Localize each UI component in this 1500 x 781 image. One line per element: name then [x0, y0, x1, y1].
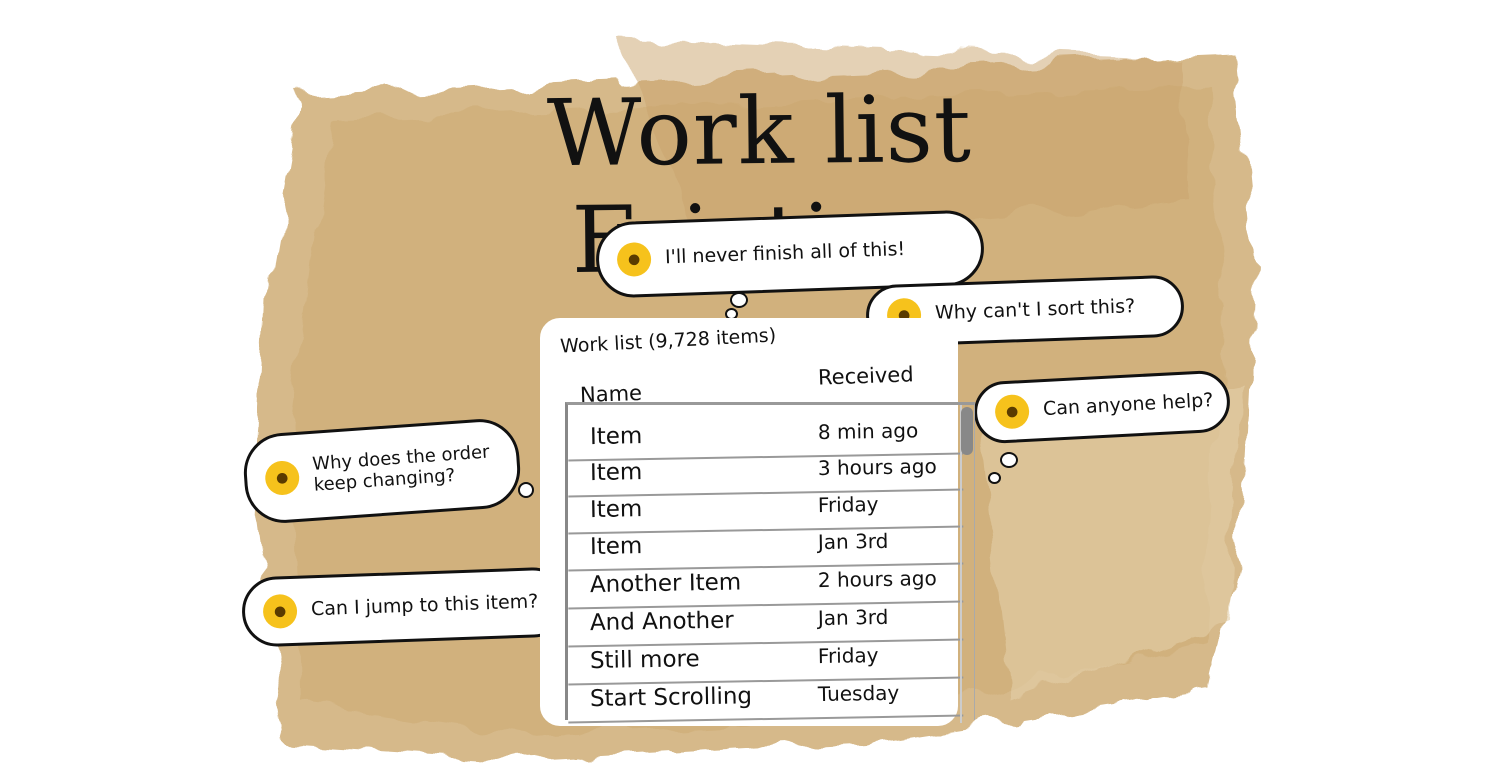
item-name: Item [589, 533, 643, 561]
bubble-text: Why does the order keep changing? [311, 441, 491, 496]
bubble-text: Can I jump to this item? [310, 590, 539, 621]
work-list: Item 8 min ago Item 3 hours ago Item Fri… [565, 402, 975, 724]
confused-face-icon: ● [262, 593, 298, 629]
thought-dot [730, 292, 748, 308]
item-received: Friday [817, 643, 879, 669]
item-name: Still more [589, 646, 700, 675]
item-name: And Another [589, 607, 734, 637]
item-received: Jan 3rd [817, 604, 889, 631]
pleading-face-icon: ● [994, 393, 1030, 430]
item-name: Item [589, 459, 643, 487]
item-received: 2 hours ago [817, 566, 937, 593]
item-received: Tuesday [817, 680, 900, 707]
bubble-text: Can anyone help? [1042, 389, 1214, 421]
item-name: Start Scrolling [589, 683, 753, 713]
screaming-face-icon: ● [616, 241, 652, 278]
bubble-text: I'll never finish all of this! [664, 238, 906, 269]
item-received: Jan 3rd [817, 528, 889, 555]
item-received: 8 min ago [817, 418, 919, 445]
item-received: Friday [817, 492, 879, 518]
item-received: 3 hours ago [817, 454, 937, 481]
thought-bubble-jump: ● Can I jump to this item? [240, 566, 570, 648]
scrollbar-thumb[interactable] [961, 407, 973, 455]
thought-dot [988, 472, 1001, 484]
item-name: Another Item [589, 569, 742, 599]
thought-dot [1000, 452, 1018, 468]
raised-eyebrow-face-icon: ● [264, 459, 301, 497]
item-name: Item [589, 496, 643, 524]
column-header-received[interactable]: Received [818, 362, 914, 389]
thought-dot [518, 482, 534, 498]
thought-bubble-order: ● Why does the order keep changing? [241, 416, 523, 526]
list-item[interactable]: Start Scrolling Tuesday [567, 677, 964, 724]
item-name: Item [589, 423, 643, 451]
bubble-text: Why can't I sort this? [934, 295, 1136, 325]
